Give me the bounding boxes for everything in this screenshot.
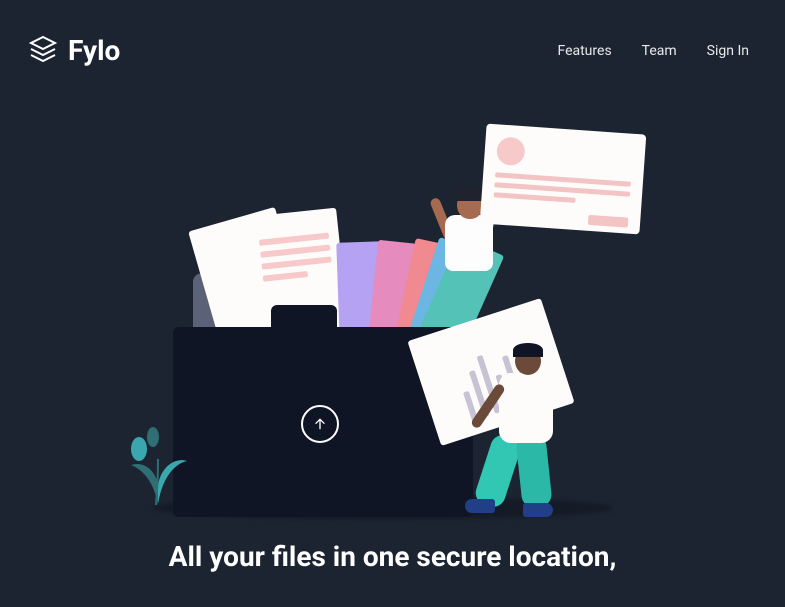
nav-link-features[interactable]: Features <box>557 43 611 59</box>
plant-decoration <box>123 419 193 509</box>
person-bottom <box>453 317 583 527</box>
hero-title: All your files in one secure location, <box>169 537 617 576</box>
upload-arrow-icon <box>312 416 328 432</box>
site-header: Fylo Features Team Sign In <box>0 0 785 67</box>
hero-section: All your files in one secure location, <box>0 107 785 576</box>
layers-icon <box>28 35 58 67</box>
upload-button-icon <box>301 405 339 443</box>
profile-card <box>479 124 646 235</box>
brand-name: Fylo <box>68 34 120 67</box>
brand-logo[interactable]: Fylo <box>28 34 120 67</box>
nav-link-signin[interactable]: Sign In <box>707 43 749 59</box>
avatar-icon <box>495 136 525 166</box>
folder-tab <box>271 305 337 329</box>
nav-link-team[interactable]: Team <box>642 43 677 59</box>
card-button <box>587 215 628 228</box>
primary-nav: Features Team Sign In <box>557 43 749 59</box>
hero-illustration <box>123 107 663 527</box>
